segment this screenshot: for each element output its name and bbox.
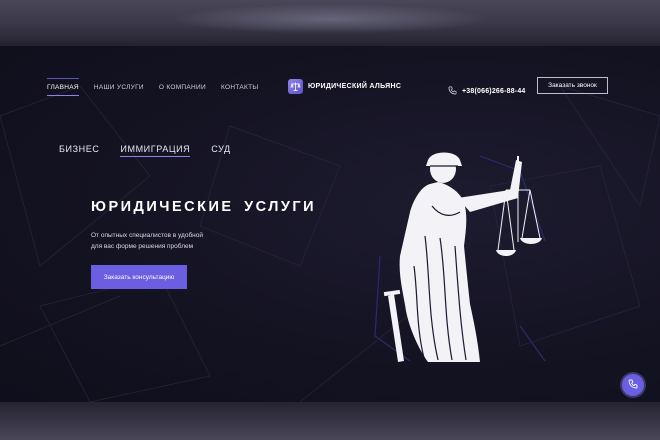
lady-justice-statue	[374, 152, 546, 362]
scales-icon	[288, 79, 303, 94]
hero-title: ЮРИДИЧЕСКИЕ УСЛУГИ	[91, 199, 317, 215]
logo-text: ЮРИДИЧЕСКИЙ АЛЬЯНС	[308, 83, 402, 90]
nav-item-home[interactable]: ГЛАВНАЯ	[47, 78, 79, 96]
tab-court[interactable]: СУД	[211, 144, 230, 154]
floating-call-button[interactable]	[622, 374, 644, 396]
nav-item-contacts[interactable]: КОНТАКТЫ	[221, 84, 258, 94]
phone-number[interactable]: +38(066)266-88-44	[462, 88, 526, 95]
service-tabs: БИЗНЕС ИММИГРАЦИЯ СУД	[59, 144, 231, 157]
phone-icon	[448, 82, 457, 100]
phone-contact[interactable]: +38(066)266-88-44	[448, 82, 526, 100]
blurred-bottom-edge	[0, 402, 660, 440]
nav-item-about[interactable]: О КОМПАНИИ	[159, 84, 206, 94]
order-call-button[interactable]: Заказать звонок	[537, 77, 608, 94]
blurred-top-edge	[0, 0, 660, 46]
phone-icon	[628, 376, 638, 394]
background-decorative-lines	[0, 85, 660, 402]
site-logo[interactable]: ЮРИДИЧЕСКИЙ АЛЬЯНС	[288, 79, 401, 94]
hero-section: ГЛАВНАЯ НАШИ УСЛУГИ О КОМПАНИИ КОНТАКТЫ …	[0, 46, 660, 402]
hero-subtitle-line2: для вас форме решения проблем	[91, 243, 194, 250]
tab-business[interactable]: БИЗНЕС	[59, 144, 99, 154]
consultation-button[interactable]: Заказать консультацию	[91, 265, 187, 289]
hero-subtitle-line1: От опытных специалистов в удобной	[91, 232, 204, 239]
tab-immigration[interactable]: ИММИГРАЦИЯ	[120, 144, 191, 157]
nav-item-services[interactable]: НАШИ УСЛУГИ	[94, 84, 144, 94]
main-nav: ГЛАВНАЯ НАШИ УСЛУГИ О КОМПАНИИ КОНТАКТЫ	[47, 78, 258, 96]
hero-subtitle: От опытных специалистов в удобной для ва…	[91, 230, 241, 252]
